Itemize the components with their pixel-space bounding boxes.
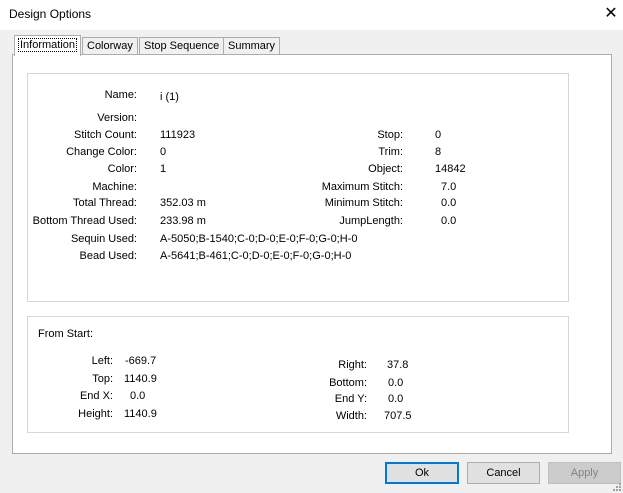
minimum-stitch-value: 0.0 — [441, 197, 457, 209]
name-value: i (1) — [160, 91, 179, 103]
close-icon[interactable]: ✕ — [602, 5, 620, 23]
bottom-thread-used-value: 233.98 m — [160, 215, 206, 227]
tab-stop-sequence[interactable]: Stop Sequence — [139, 37, 225, 54]
change-color-value: 0 — [160, 146, 167, 158]
end-y-label: End Y: — [334, 393, 367, 405]
stop-label: Stop: — [377, 129, 403, 141]
bottom-thread-used-label: Bottom Thread Used: — [32, 215, 137, 227]
cancel-button[interactable]: Cancel — [467, 462, 540, 484]
bead-used-value: A-5641;B-461;C-0;D-0;E-0;F-0;G-0;H-0 — [160, 250, 352, 262]
width-label: Width: — [335, 410, 367, 422]
change-color-label: Change Color: — [66, 146, 137, 158]
left-value: -669.7 — [125, 355, 157, 367]
window-title: Design Options — [9, 7, 92, 21]
end-x-value: 0.0 — [130, 390, 146, 402]
maximum-stitch-value: 7.0 — [441, 181, 457, 193]
tab-information[interactable]: Information — [14, 35, 82, 56]
sequin-used-label: Sequin Used: — [70, 233, 137, 245]
from-start-heading: From Start: — [38, 328, 94, 340]
resize-grip-icon[interactable] — [611, 481, 621, 491]
machine-label: Machine: — [92, 181, 137, 193]
bottom-value: 0.0 — [388, 377, 404, 389]
name-label: Name: — [104, 89, 137, 101]
stitch-count-label: Stitch Count: — [74, 129, 137, 141]
right-value: 37.8 — [387, 359, 409, 371]
color-value: 1 — [160, 163, 167, 175]
total-thread-label: Total Thread: — [72, 197, 137, 209]
version-label: Version: — [97, 112, 137, 124]
total-thread-value: 352.03 m — [160, 197, 206, 209]
height-value: 1140.9 — [124, 408, 157, 420]
tab-summary[interactable]: Summary — [223, 37, 281, 54]
right-label: Right: — [338, 359, 367, 371]
jump-length-label: JumpLength: — [339, 215, 403, 227]
minimum-stitch-label: Minimum Stitch: — [324, 197, 403, 209]
end-x-label: End X: — [79, 390, 113, 402]
sequin-used-value: A-5050;B-1540;C-0;D-0;E-0;F-0;G-0;H-0 — [160, 233, 358, 245]
trim-label: Trim: — [378, 146, 403, 158]
height-label: Height: — [78, 408, 113, 420]
jump-length-value: 0.0 — [441, 215, 457, 227]
title-bar — [0, 0, 623, 30]
trim-value: 8 — [435, 146, 442, 158]
stop-value: 0 — [435, 129, 442, 141]
end-y-value: 0.0 — [388, 393, 404, 405]
ok-button[interactable]: Ok — [385, 462, 459, 484]
stitch-count-value: 111923 — [160, 129, 196, 141]
bead-used-label: Bead Used: — [79, 250, 137, 262]
object-value: 14842 — [435, 163, 466, 175]
width-value: 707.5 — [384, 410, 412, 422]
tab-colorway[interactable]: Colorway — [82, 37, 138, 54]
top-label: Top: — [92, 373, 113, 385]
left-label: Left: — [91, 355, 113, 367]
maximum-stitch-label: Maximum Stitch: — [321, 181, 403, 193]
bottom-label: Bottom: — [329, 377, 367, 389]
top-value: 1140.9 — [124, 373, 157, 385]
object-label: Object: — [368, 163, 403, 175]
color-label: Color: — [107, 163, 137, 175]
